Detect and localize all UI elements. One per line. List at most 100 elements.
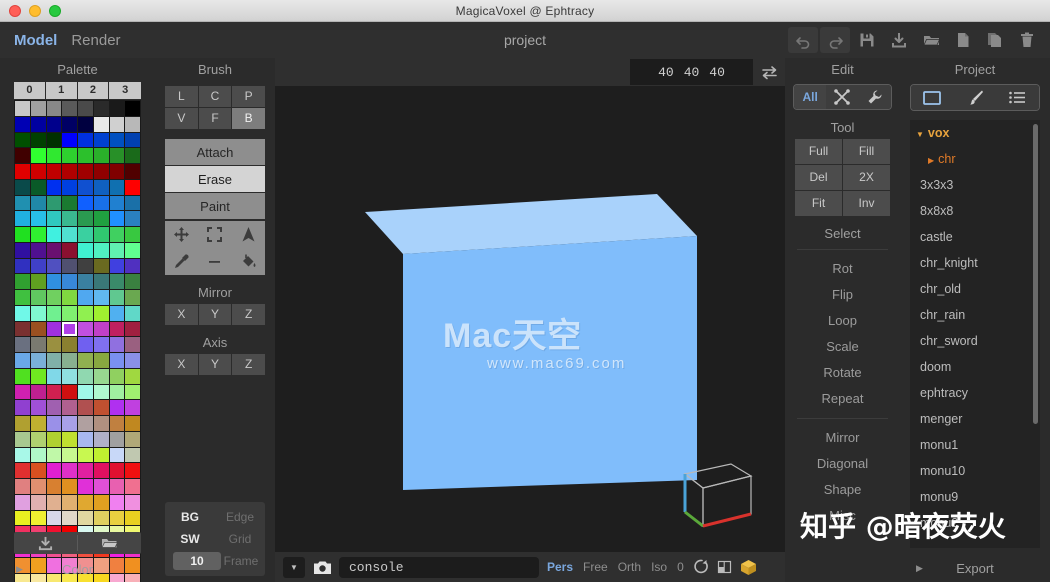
palette-swatch-110[interactable] <box>109 305 125 321</box>
palette-swatch-129[interactable] <box>30 353 46 368</box>
palette-swatch-98[interactable] <box>46 290 62 305</box>
palette-swatch-144[interactable] <box>15 384 30 400</box>
palette-swatch-197[interactable] <box>93 479 109 494</box>
edit-item-shape[interactable]: Shape <box>785 477 900 503</box>
palette-swatch-170[interactable] <box>46 431 62 447</box>
palette-swatch-7[interactable] <box>125 101 140 116</box>
palette-swatch-75[interactable] <box>62 242 77 258</box>
folder-icon[interactable] <box>911 85 954 110</box>
palette-swatch-198[interactable] <box>109 479 125 494</box>
palette-swatch-14[interactable] <box>109 116 125 132</box>
palette-swatch-100[interactable] <box>78 290 93 305</box>
palette-swatch-82[interactable] <box>46 258 62 274</box>
palette-swatch-60[interactable] <box>78 211 93 226</box>
palette-swatch-120[interactable] <box>15 337 30 352</box>
palette-swatch-122[interactable] <box>46 337 62 352</box>
palette-swatch-172[interactable] <box>78 431 93 447</box>
palette-swatch-26[interactable] <box>46 148 62 163</box>
palette-swatch-37[interactable] <box>93 164 109 179</box>
palette-swatch-5[interactable] <box>93 101 109 116</box>
palette-swatch-54[interactable] <box>109 195 125 211</box>
grid-toggle[interactable]: Grid <box>215 532 265 546</box>
palette-import-icon[interactable] <box>14 532 77 554</box>
palette-swatch-50[interactable] <box>46 195 62 211</box>
palette-swatch-168[interactable] <box>15 431 30 447</box>
list-item[interactable]: monu1 <box>910 432 1040 458</box>
palette-swatch-201[interactable] <box>30 494 46 510</box>
palette-swatch-33[interactable] <box>30 164 46 179</box>
palette-swatch-108[interactable] <box>78 305 93 321</box>
palette-swatch-118[interactable] <box>109 321 125 337</box>
palette-swatch-36[interactable] <box>78 164 93 179</box>
palette-col-1[interactable]: 1 <box>45 82 78 99</box>
palette-swatch-149[interactable] <box>93 384 109 400</box>
palette-swatch-166[interactable] <box>109 416 125 431</box>
caret-right-icon[interactable]: ▶ <box>928 156 934 165</box>
palette-swatch-2[interactable] <box>46 101 62 116</box>
color-section-header[interactable]: ▶ Color <box>0 556 155 582</box>
palette-swatch-107[interactable] <box>62 305 77 321</box>
project-list-scrollbar[interactable] <box>1033 124 1038 424</box>
list-item[interactable]: menger <box>910 406 1040 432</box>
palette-swatch-4[interactable] <box>78 101 93 116</box>
palette-swatch-grid[interactable] <box>14 100 141 582</box>
palette-swatch-116[interactable] <box>78 321 93 337</box>
palette-swatch-140[interactable] <box>78 368 93 384</box>
palette-swatch-154[interactable] <box>46 400 62 415</box>
palette-swatch-87[interactable] <box>125 258 140 274</box>
palette-swatch-93[interactable] <box>93 274 109 289</box>
palette-swatch-177[interactable] <box>30 447 46 463</box>
tool-del-button[interactable]: Del <box>795 165 842 190</box>
transform-icon[interactable] <box>826 85 859 109</box>
list-item[interactable]: monu2 <box>910 510 1040 536</box>
palette-swatch-16[interactable] <box>15 132 30 148</box>
palette-swatch-125[interactable] <box>93 337 109 352</box>
palette-swatch-0[interactable] <box>15 101 30 116</box>
palette-swatch-56[interactable] <box>15 211 30 226</box>
view-gizmo[interactable] <box>673 452 759 534</box>
palette-swatch-153[interactable] <box>30 400 46 415</box>
list-item[interactable]: chr_old <box>910 276 1040 302</box>
palette-swatch-135[interactable] <box>125 353 140 368</box>
palette-swatch-165[interactable] <box>93 416 109 431</box>
palette-swatch-194[interactable] <box>46 479 62 494</box>
tool-fill-button[interactable]: Fill <box>843 139 890 164</box>
edit-item-mirror[interactable]: Mirror <box>785 425 900 451</box>
save-icon[interactable] <box>852 27 882 53</box>
palette-swatch-65[interactable] <box>30 227 46 242</box>
palette-swatch-119[interactable] <box>125 321 140 337</box>
palette-swatch-11[interactable] <box>62 116 77 132</box>
palette-swatch-159[interactable] <box>125 400 140 415</box>
palette-swatch-23[interactable] <box>125 132 140 148</box>
brush-shape-p[interactable]: P <box>232 86 265 107</box>
palette-swatch-3[interactable] <box>62 101 77 116</box>
palette-swatch-215[interactable] <box>125 510 140 526</box>
palette-swatch-205[interactable] <box>93 494 109 510</box>
mirror-axis-x[interactable]: X <box>165 304 198 325</box>
palette-swatch-145[interactable] <box>30 384 46 400</box>
line-icon[interactable] <box>198 248 231 275</box>
brush-shape-b[interactable]: B <box>232 108 265 129</box>
palette-swatch-18[interactable] <box>46 132 62 148</box>
palette-swatch-25[interactable] <box>30 148 46 163</box>
palette-swatch-148[interactable] <box>78 384 93 400</box>
list-item[interactable]: 3x3x3 <box>910 172 1040 198</box>
palette-swatch-190[interactable] <box>109 463 125 478</box>
edit-item-flip[interactable]: Flip <box>785 282 900 308</box>
palette-swatch-85[interactable] <box>93 258 109 274</box>
list-item[interactable]: monu9 <box>910 484 1040 510</box>
list-icon[interactable] <box>996 85 1039 110</box>
palette-swatch-163[interactable] <box>62 416 77 431</box>
edit-item-loop[interactable]: Loop <box>785 308 900 334</box>
box-select-icon[interactable] <box>198 221 231 248</box>
bg-toggle[interactable]: BG <box>165 510 215 524</box>
palette-swatch-206[interactable] <box>109 494 125 510</box>
model-size-y[interactable]: 40 <box>684 65 700 80</box>
palette-swatch-123[interactable] <box>62 337 77 352</box>
palette-swatch-180[interactable] <box>78 447 93 463</box>
list-item[interactable]: doom <box>910 354 1040 380</box>
duplicate-icon[interactable] <box>980 27 1010 53</box>
palette-open-icon[interactable] <box>78 532 141 554</box>
brush-icon[interactable] <box>953 85 997 110</box>
palette-swatch-184[interactable] <box>15 463 30 478</box>
